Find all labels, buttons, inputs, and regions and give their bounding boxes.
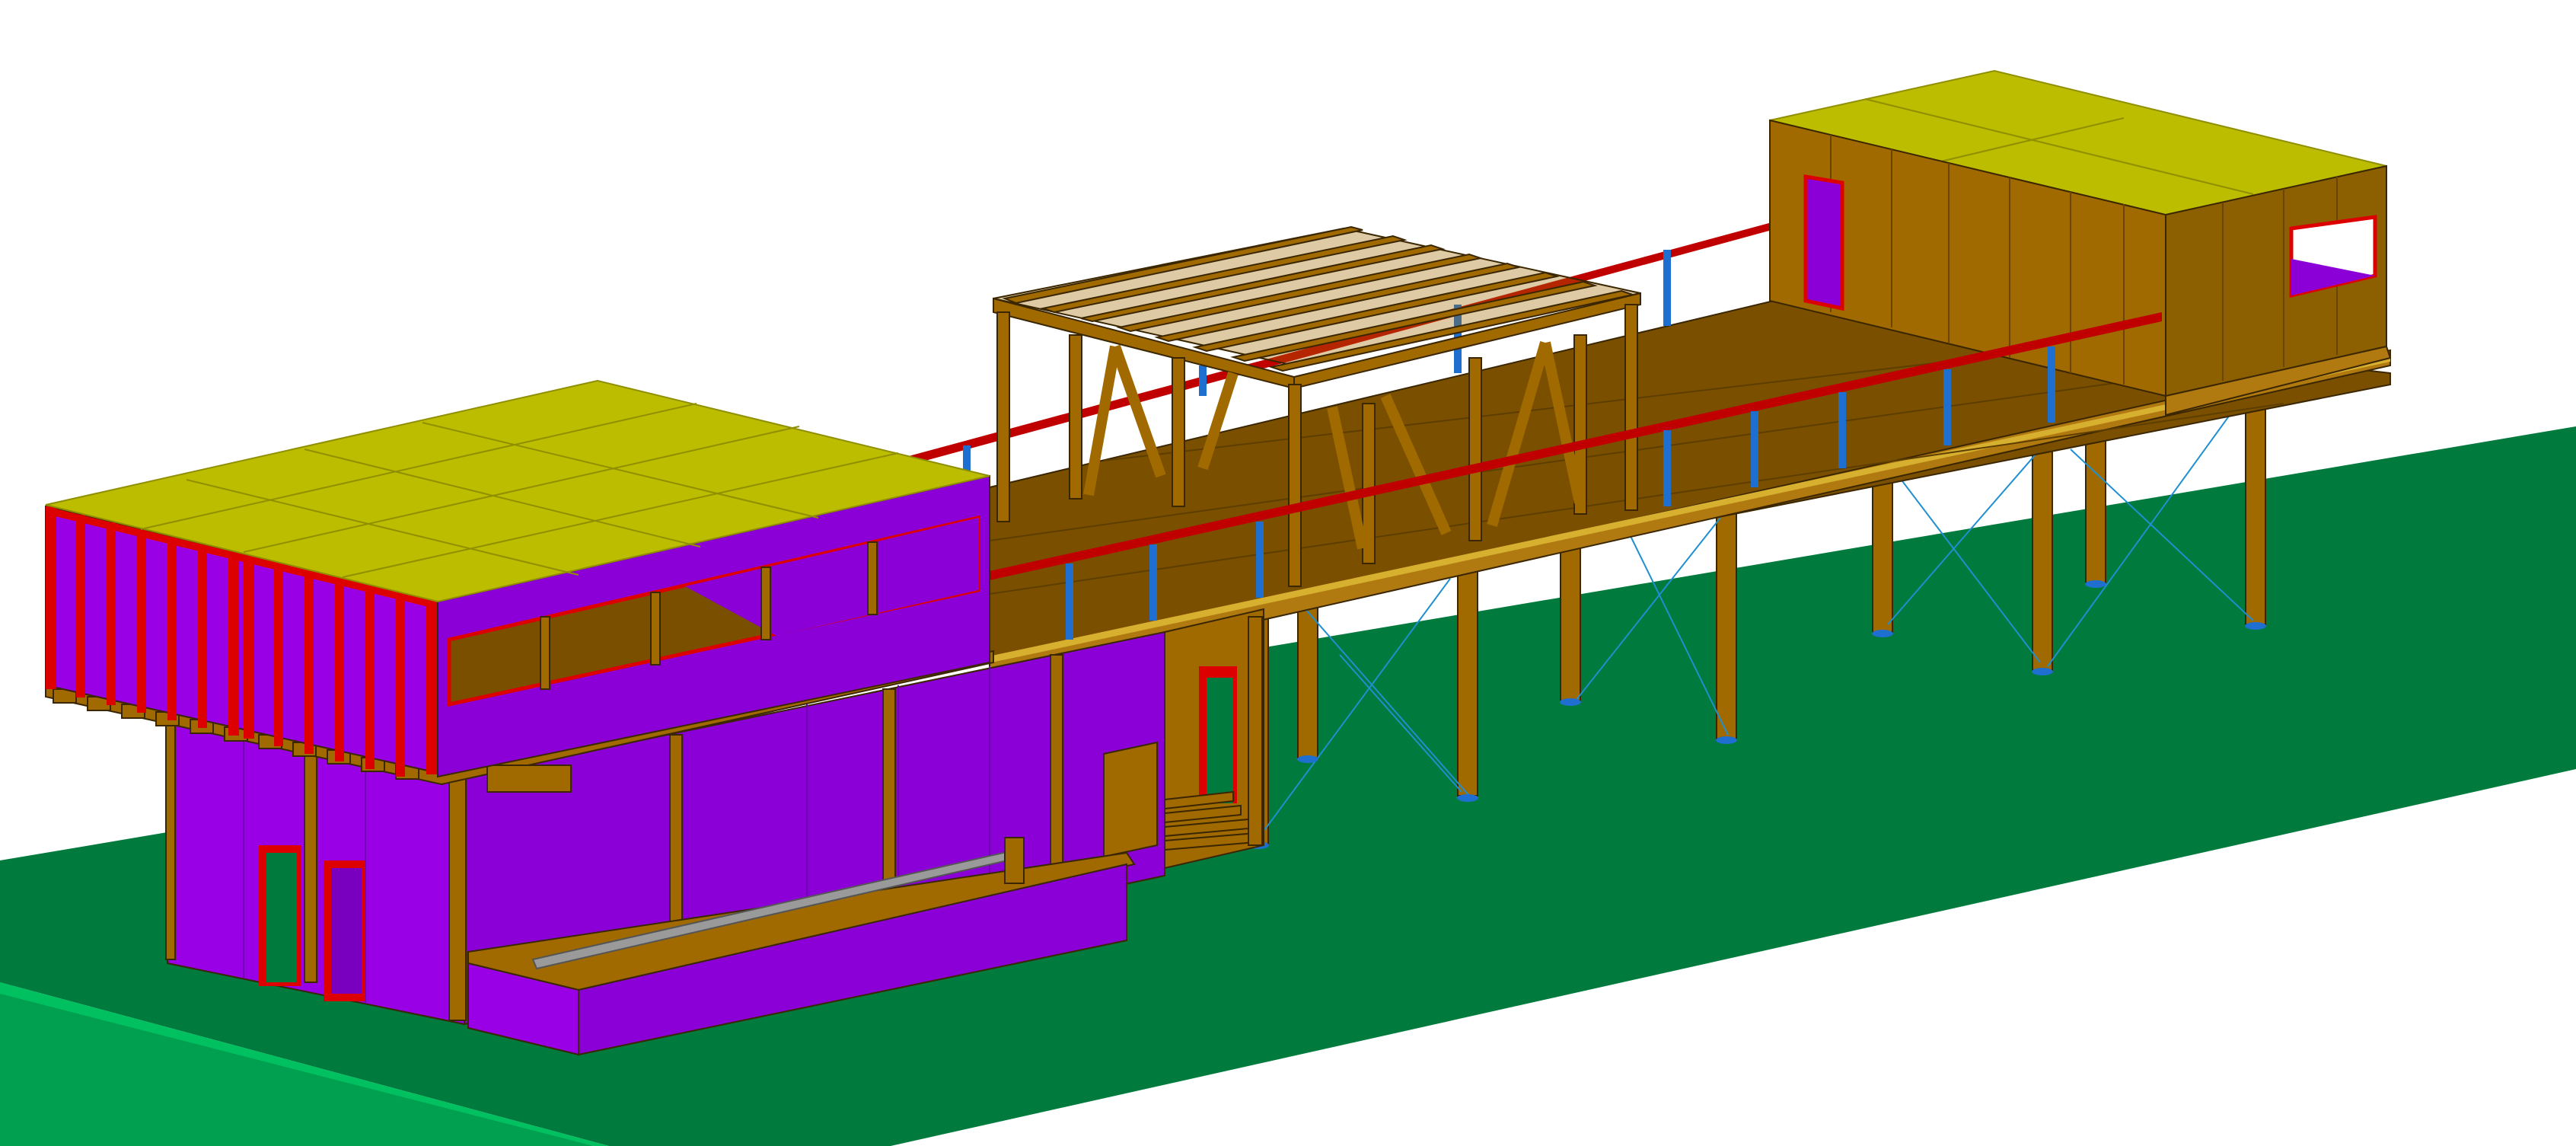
lower-door-1 [266, 853, 297, 982]
entrance-post [1248, 616, 1263, 846]
blue-post [1751, 411, 1758, 487]
entrance-block[interactable] [1164, 608, 1264, 870]
blue-post [1256, 522, 1264, 598]
stilt-column [1716, 509, 1737, 739]
blue-post [1663, 250, 1671, 326]
stilt-column [1297, 601, 1318, 758]
bim-model-scene[interactable] [0, 0, 2576, 1146]
entrance-door [1207, 678, 1233, 803]
blue-post [1663, 430, 1671, 506]
stilt-column [1457, 567, 1478, 796]
stilt-column [2245, 395, 2266, 625]
blue-post [1838, 392, 1846, 468]
blue-post [1199, 366, 1207, 396]
blue-post [1066, 563, 1073, 640]
blue-post [2048, 346, 2055, 423]
cabin-window-purple [1803, 174, 1844, 311]
lower-door-wood [1103, 741, 1158, 858]
stilt-column [1872, 471, 1893, 633]
blue-post [1943, 369, 1951, 445]
stilt-column [2032, 445, 2053, 671]
lower-door-2 [331, 868, 362, 994]
stilt-column [1560, 544, 1581, 701]
3d-viewport[interactable] [0, 0, 2576, 1146]
blue-post [1149, 544, 1157, 621]
planter-post [1004, 837, 1025, 884]
stilt-column [2085, 433, 2106, 583]
